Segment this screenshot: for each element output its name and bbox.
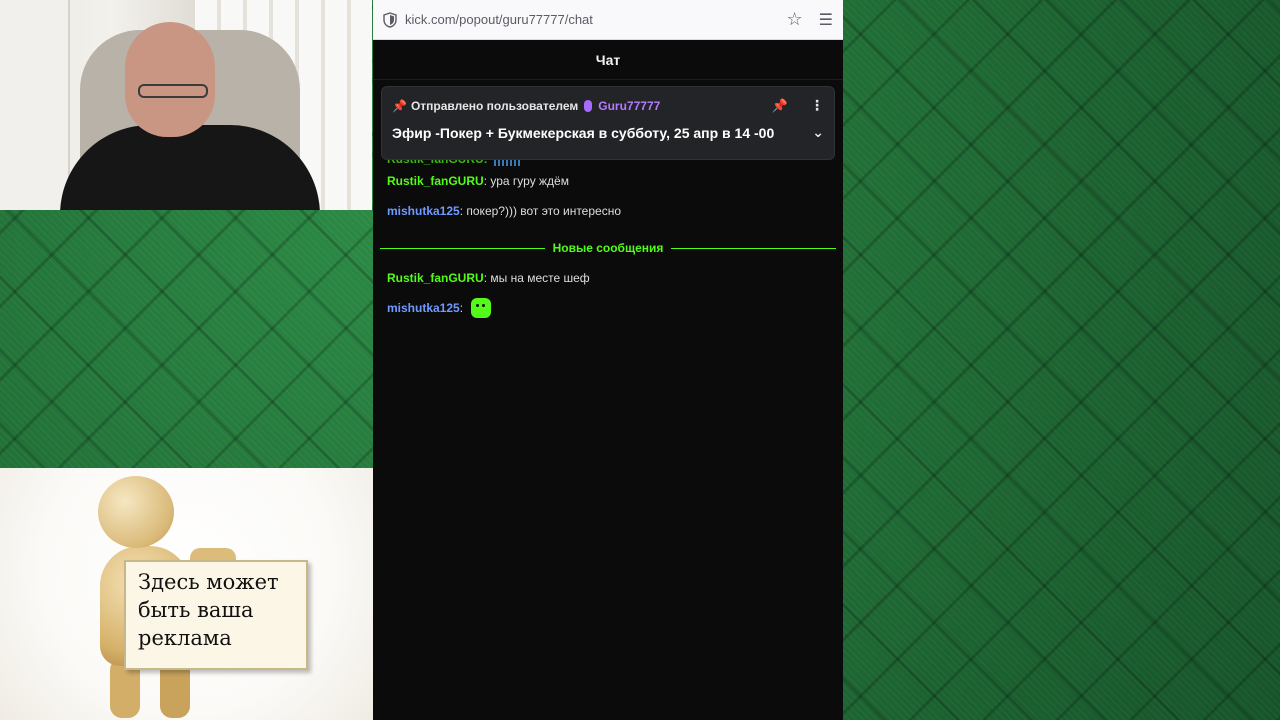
chat-messages-new: Rustik_fanGURU: мы на месте шеф mishutka… bbox=[387, 263, 837, 323]
chat-message: Rustik_fanGURU: ура гуру ждём bbox=[387, 166, 837, 196]
chat-header: Чат bbox=[373, 40, 843, 80]
chat-username[interactable]: Rustik_fanGURU bbox=[387, 174, 484, 188]
divider-line bbox=[380, 247, 545, 249]
pinned-content: Эфир -Покер + Букмекерская в субботу, 25… bbox=[392, 124, 824, 141]
webcam-feed bbox=[0, 0, 372, 210]
pinned-by-user[interactable]: Guru77777 bbox=[584, 99, 660, 113]
ad-sign: Здесь может быть ваша реклама bbox=[124, 560, 308, 670]
pin-icon: 📌 bbox=[392, 98, 407, 113]
pinned-message-text: Эфир -Покер + Букмекерская в субботу, 25… bbox=[392, 124, 775, 141]
divider-line bbox=[671, 247, 836, 249]
chat-message-text: покер?))) вот это интересно bbox=[463, 204, 622, 218]
pinned-username[interactable]: Guru77777 bbox=[598, 99, 660, 113]
chat-message: Rustik_fanGURU: мы на месте шеф bbox=[387, 263, 837, 293]
chevron-down-icon[interactable]: ⌄ bbox=[812, 124, 824, 141]
chat-message-text: ура гуру ждём bbox=[487, 174, 569, 188]
emote-icon[interactable] bbox=[471, 298, 492, 318]
ad-line-1: Здесь может bbox=[138, 570, 279, 594]
new-messages-divider: Новые сообщения bbox=[380, 238, 836, 258]
unpin-button[interactable]: 📌 bbox=[772, 98, 788, 114]
shield-icon[interactable] bbox=[383, 11, 397, 28]
chat-username[interactable]: mishutka125 bbox=[387, 204, 460, 218]
chat-message: mishutka125: покер?))) вот это интересно bbox=[387, 196, 837, 226]
chat-title: Чат bbox=[595, 51, 621, 68]
ad-figure-head bbox=[98, 476, 174, 548]
webcam-door bbox=[0, 0, 70, 210]
url-text[interactable]: kick.com/popout/guru77777/chat bbox=[405, 12, 787, 27]
ad-line-3: реклама bbox=[138, 626, 232, 650]
new-messages-label: Новые сообщения bbox=[552, 241, 664, 255]
chat-messages-old: Rustik_fanGURU: Rustik_fanGURU: ура гуру… bbox=[387, 150, 837, 226]
chat-username[interactable]: mishutka125 bbox=[387, 301, 460, 315]
chat-message-text: мы на месте шеф bbox=[487, 271, 590, 285]
browser-popup-window: kick.com/popout/guru77777/chat ☆ ☰ Чат R… bbox=[373, 0, 843, 720]
url-bar[interactable]: kick.com/popout/guru77777/chat ☆ ☰ bbox=[373, 0, 843, 40]
user-badge-icon bbox=[584, 99, 593, 112]
ad-line-2: быть ваша bbox=[138, 598, 254, 622]
pinned-by-label: Отправлено пользователем bbox=[410, 98, 579, 113]
kebab-menu-icon[interactable]: ⋮ bbox=[810, 97, 824, 114]
chat-message: mishutka125: bbox=[387, 293, 837, 323]
pinned-message[interactable]: 📌 Отправлено пользователем Guru77777 📌 ⋮… bbox=[381, 86, 835, 160]
pinned-meta: 📌 Отправлено пользователем Guru77777 📌 ⋮ bbox=[392, 97, 824, 114]
chat-separator: : bbox=[459, 301, 464, 315]
webcam-person-glasses bbox=[138, 84, 208, 98]
star-icon[interactable]: ☆ bbox=[787, 9, 803, 30]
hamburger-menu-icon[interactable]: ☰ bbox=[819, 10, 833, 30]
webcam-person-head bbox=[125, 22, 215, 137]
chat-username[interactable]: Rustik_fanGURU bbox=[387, 271, 484, 285]
ad-banner: Здесь может быть ваша реклама bbox=[0, 468, 374, 720]
